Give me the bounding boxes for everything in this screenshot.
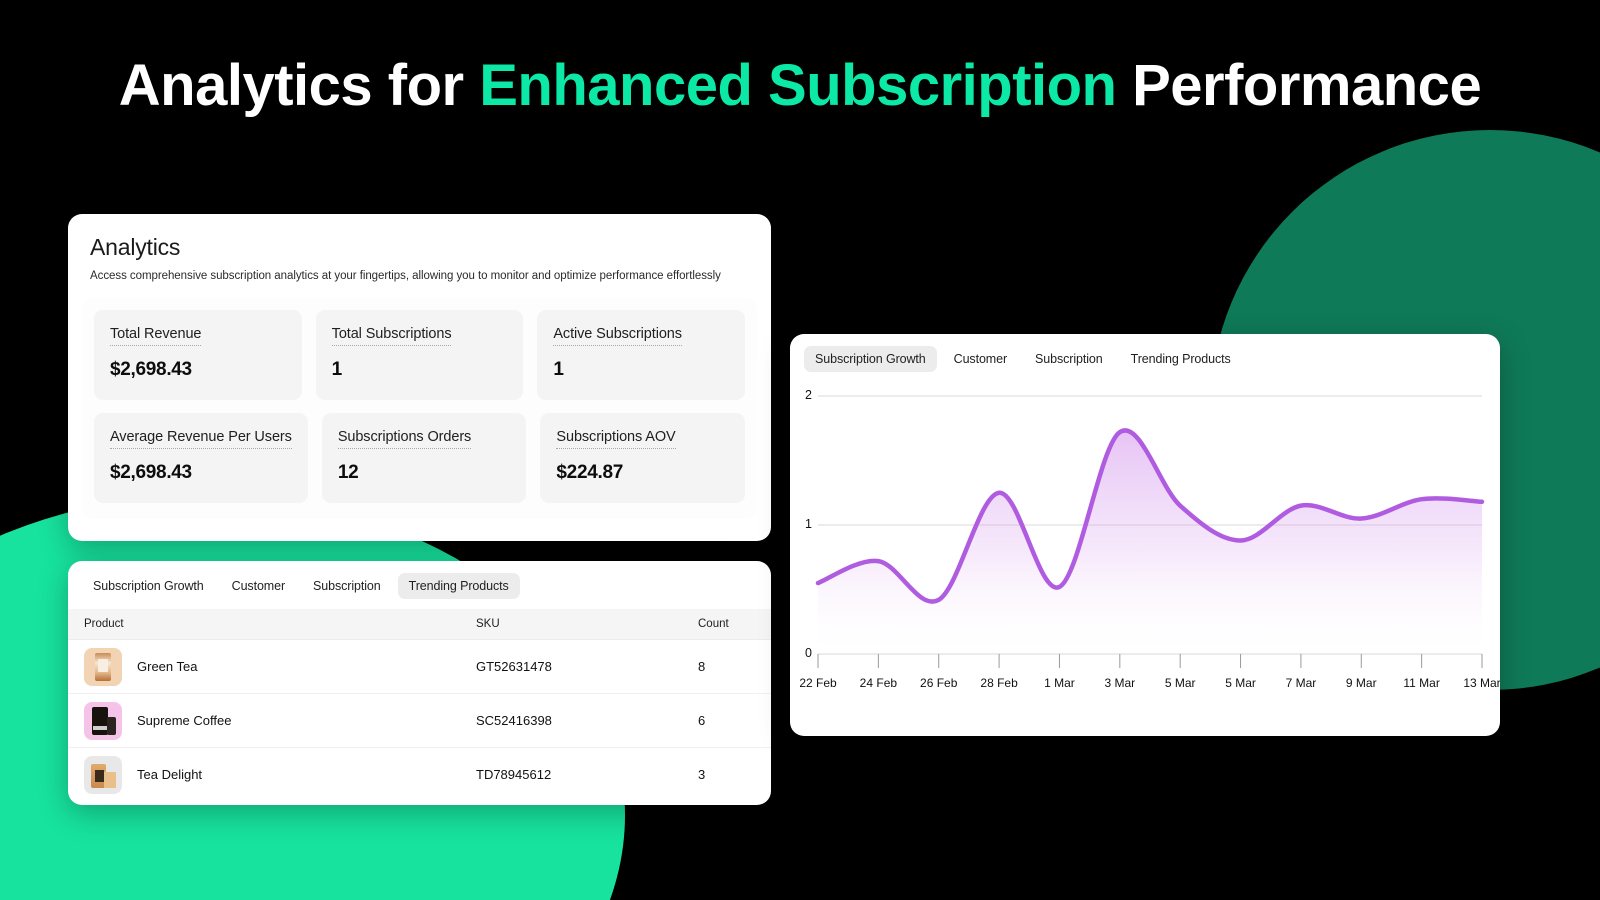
products-table-body: Green Tea GT52631478 8 Supreme Coffee SC… — [68, 639, 771, 802]
x-axis-tick-label: 1 Mar — [1044, 676, 1075, 690]
metrics-container: Total Revenue $2,698.43 Total Subscripti… — [82, 298, 757, 519]
table-row[interactable]: Green Tea GT52631478 8 — [68, 639, 771, 694]
metrics-row-1: Total Revenue $2,698.43 Total Subscripti… — [94, 310, 746, 400]
metric-active-subscriptions[interactable]: Active Subscriptions 1 — [537, 310, 746, 400]
y-axis-tick-label: 0 — [805, 646, 812, 660]
x-axis-tick-label: 11 Mar — [1403, 676, 1440, 690]
column-header-product: Product — [68, 609, 476, 640]
headline-accent: Enhanced Subscription — [479, 53, 1117, 118]
headline-part-2: Performance — [1116, 53, 1482, 118]
metric-value: 1 — [553, 359, 564, 380]
cell-product: Tea Delight — [68, 748, 476, 802]
chart-tabbar: Subscription Growth Customer Subscriptio… — [790, 334, 1500, 382]
x-axis-tick-label: 9 Mar — [1345, 676, 1377, 690]
subscription-growth-chart-card: Subscription Growth Customer Subscriptio… — [790, 334, 1500, 736]
cell-product: Supreme Coffee — [68, 693, 476, 748]
x-axis-tick-label: 22 Feb — [799, 676, 837, 690]
tab-trending-products[interactable]: Trending Products — [1120, 346, 1242, 372]
metric-subscriptions-orders[interactable]: Subscriptions Orders 12 — [321, 413, 527, 503]
metric-average-revenue-per-users[interactable]: Average Revenue Per Users $2,698.43 — [94, 413, 308, 503]
subscription-growth-area-chart — [815, 395, 1485, 668]
page-root: Analytics for Enhanced Subscription Perf… — [0, 0, 1600, 900]
metrics-row-2: Average Revenue Per Users $2,698.43 Subs… — [94, 413, 745, 503]
metric-value: $2,698.43 — [110, 462, 192, 483]
analytics-title: Analytics — [90, 234, 181, 260]
green-tea-thumbnail — [84, 647, 122, 686]
metric-label: Total Revenue — [110, 326, 202, 346]
x-axis-tick-label: 5 Mar — [1225, 676, 1256, 690]
cell-product: Green Tea — [68, 639, 476, 694]
tab-subscription-growth[interactable]: Subscription Growth — [804, 346, 937, 372]
table-row[interactable]: Supreme Coffee SC52416398 6 — [68, 693, 771, 748]
metric-total-subscriptions[interactable]: Total Subscriptions 1 — [315, 310, 524, 400]
tab-subscription[interactable]: Subscription — [1024, 346, 1114, 372]
tab-subscription[interactable]: Subscription — [302, 573, 392, 599]
metric-label: Subscriptions AOV — [556, 429, 676, 449]
headline-part-1: Analytics for — [118, 53, 480, 118]
metric-value: 12 — [337, 462, 359, 483]
x-axis-tick-label: 24 Feb — [859, 676, 898, 690]
cell-sku: TD78945612 — [476, 767, 552, 783]
metric-label: Active Subscriptions — [553, 326, 682, 346]
tab-trending-products[interactable]: Trending Products — [397, 573, 520, 599]
x-axis-tick-label: 13 Mar — [1463, 676, 1500, 690]
page-title: Analytics for Enhanced Subscription Perf… — [0, 52, 1600, 119]
chart-plot-area: 0 1 2 22 Feb 24 Feb 26 Feb 28 Feb 1 Mar 3 Mar 5 … — [790, 382, 1500, 722]
product-name: Supreme Coffee — [137, 713, 232, 728]
y-axis-tick-label: 1 — [805, 517, 812, 531]
metric-label: Subscriptions Orders — [337, 429, 471, 449]
column-header-sku: SKU — [476, 609, 698, 640]
chart-x-tick-marks — [817, 654, 1483, 668]
chart-area-fill — [818, 430, 1482, 654]
table-row[interactable]: Tea Delight TD78945612 3 — [68, 748, 771, 802]
product-name: Green Tea — [137, 659, 198, 674]
table-header-row: Product SKU Count — [68, 609, 771, 640]
tab-customer[interactable]: Customer — [943, 346, 1018, 372]
cell-count: 6 — [698, 693, 771, 748]
analytics-card: Analytics Access comprehensive subscript… — [68, 214, 771, 541]
supreme-coffee-thumbnail — [84, 701, 122, 740]
metric-value: $2,698.43 — [110, 359, 192, 380]
x-axis-tick-label: 7 Mar — [1285, 676, 1317, 690]
cell-sku: GT52631478 — [476, 639, 698, 694]
cell-sku: SC52416398 — [476, 693, 698, 748]
product-name: Tea Delight — [137, 767, 203, 783]
products-table: Product SKU Count Green Tea GT52631478 8 — [68, 609, 771, 802]
analytics-subtitle: Access comprehensive subscription analyt… — [90, 270, 721, 282]
tea-delight-thumbnail — [84, 755, 122, 794]
x-axis-tick-label: 26 Feb — [920, 676, 958, 690]
tab-customer[interactable]: Customer — [221, 573, 296, 599]
trending-products-card: Subscription Growth Customer Subscriptio… — [68, 561, 771, 805]
column-header-count: Count — [698, 609, 771, 640]
y-axis-tick-label: 2 — [805, 388, 812, 402]
metric-total-revenue[interactable]: Total Revenue $2,698.43 — [94, 310, 302, 400]
x-axis-tick-label: 5 Mar — [1164, 676, 1196, 690]
analytics-header: Analytics Access comprehensive subscript… — [68, 214, 771, 282]
metric-value: $224.87 — [556, 462, 623, 483]
cell-count: 8 — [698, 639, 771, 694]
metric-label: Average Revenue Per Users — [110, 429, 292, 449]
metric-value: 1 — [331, 359, 343, 380]
metric-subscriptions-aov[interactable]: Subscriptions AOV $224.87 — [540, 413, 745, 503]
products-table-head: Product SKU Count — [68, 609, 771, 640]
tab-subscription-growth[interactable]: Subscription Growth — [82, 573, 215, 599]
cell-count: 3 — [698, 767, 706, 783]
metric-label: Total Subscriptions — [331, 326, 452, 346]
products-tabbar: Subscription Growth Customer Subscriptio… — [68, 561, 771, 609]
x-axis-tick-label: 28 Feb — [980, 676, 1018, 690]
x-axis-tick-label: 3 Mar — [1104, 676, 1136, 690]
